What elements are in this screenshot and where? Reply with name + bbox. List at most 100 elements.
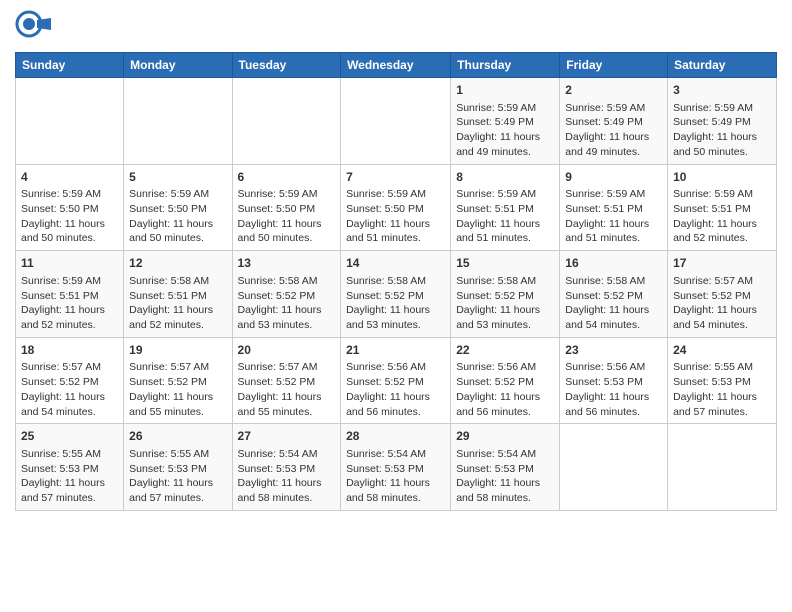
daylight-text: Daylight: 11 hours and 58 minutes.	[238, 476, 336, 505]
calendar-cell: 20Sunrise: 5:57 AMSunset: 5:52 PMDayligh…	[232, 337, 341, 424]
logo	[15, 10, 55, 46]
sunrise-text: Sunrise: 5:59 AM	[456, 101, 554, 116]
calendar-cell: 24Sunrise: 5:55 AMSunset: 5:53 PMDayligh…	[668, 337, 777, 424]
calendar-cell	[16, 78, 124, 165]
sunrise-text: Sunrise: 5:54 AM	[346, 447, 445, 462]
daylight-text: Daylight: 11 hours and 55 minutes.	[238, 390, 336, 419]
day-number: 19	[129, 342, 226, 359]
sunrise-text: Sunrise: 5:58 AM	[456, 274, 554, 289]
sunrise-text: Sunrise: 5:59 AM	[129, 187, 226, 202]
calendar-cell: 14Sunrise: 5:58 AMSunset: 5:52 PMDayligh…	[341, 251, 451, 338]
day-number: 2	[565, 82, 662, 99]
sunset-text: Sunset: 5:50 PM	[129, 202, 226, 217]
day-number: 11	[21, 255, 118, 272]
day-number: 12	[129, 255, 226, 272]
sunrise-text: Sunrise: 5:56 AM	[346, 360, 445, 375]
calendar-cell: 4Sunrise: 5:59 AMSunset: 5:50 PMDaylight…	[16, 164, 124, 251]
sunrise-text: Sunrise: 5:55 AM	[129, 447, 226, 462]
calendar-week-1: 1Sunrise: 5:59 AMSunset: 5:49 PMDaylight…	[16, 78, 777, 165]
daylight-text: Daylight: 11 hours and 57 minutes.	[129, 476, 226, 505]
daylight-text: Daylight: 11 hours and 55 minutes.	[129, 390, 226, 419]
calendar-cell: 6Sunrise: 5:59 AMSunset: 5:50 PMDaylight…	[232, 164, 341, 251]
calendar-cell	[124, 78, 232, 165]
daylight-text: Daylight: 11 hours and 50 minutes.	[238, 217, 336, 246]
daylight-text: Daylight: 11 hours and 51 minutes.	[456, 217, 554, 246]
daylight-text: Daylight: 11 hours and 57 minutes.	[673, 390, 771, 419]
sunrise-text: Sunrise: 5:57 AM	[21, 360, 118, 375]
sunset-text: Sunset: 5:51 PM	[565, 202, 662, 217]
calendar-cell: 11Sunrise: 5:59 AMSunset: 5:51 PMDayligh…	[16, 251, 124, 338]
calendar-cell: 28Sunrise: 5:54 AMSunset: 5:53 PMDayligh…	[341, 424, 451, 511]
sunrise-text: Sunrise: 5:58 AM	[238, 274, 336, 289]
calendar-cell: 9Sunrise: 5:59 AMSunset: 5:51 PMDaylight…	[560, 164, 668, 251]
calendar-week-3: 11Sunrise: 5:59 AMSunset: 5:51 PMDayligh…	[16, 251, 777, 338]
daylight-text: Daylight: 11 hours and 50 minutes.	[21, 217, 118, 246]
sunset-text: Sunset: 5:51 PM	[129, 289, 226, 304]
sunrise-text: Sunrise: 5:59 AM	[565, 101, 662, 116]
calendar-week-5: 25Sunrise: 5:55 AMSunset: 5:53 PMDayligh…	[16, 424, 777, 511]
calendar-cell: 22Sunrise: 5:56 AMSunset: 5:52 PMDayligh…	[451, 337, 560, 424]
calendar-cell: 23Sunrise: 5:56 AMSunset: 5:53 PMDayligh…	[560, 337, 668, 424]
day-header-wednesday: Wednesday	[341, 53, 451, 78]
day-number: 6	[238, 169, 336, 186]
daylight-text: Daylight: 11 hours and 52 minutes.	[673, 217, 771, 246]
calendar-cell: 19Sunrise: 5:57 AMSunset: 5:52 PMDayligh…	[124, 337, 232, 424]
day-header-monday: Monday	[124, 53, 232, 78]
calendar-cell: 13 Sunrise: 5:58 AMSunset: 5:52 PMDayligh…	[232, 251, 341, 338]
day-number: 4	[21, 169, 118, 186]
calendar-cell: 3Sunrise: 5:59 AMSunset: 5:49 PMDaylight…	[668, 78, 777, 165]
day-header-tuesday: Tuesday	[232, 53, 341, 78]
day-number: 28	[346, 428, 445, 445]
calendar-week-2: 4Sunrise: 5:59 AMSunset: 5:50 PMDaylight…	[16, 164, 777, 251]
sunset-text: Sunset: 5:52 PM	[238, 289, 336, 304]
sunrise-text: Sunrise: 5:59 AM	[21, 274, 118, 289]
daylight-text: Daylight: 11 hours and 50 minutes.	[129, 217, 226, 246]
calendar-cell: 2Sunrise: 5:59 AMSunset: 5:49 PMDaylight…	[560, 78, 668, 165]
sunset-text: Sunset: 5:52 PM	[21, 375, 118, 390]
daylight-text: Daylight: 11 hours and 53 minutes.	[238, 303, 336, 332]
daylight-text: Daylight: 11 hours and 50 minutes.	[673, 130, 771, 159]
sunset-text: Sunset: 5:49 PM	[456, 115, 554, 130]
sunset-text: Sunset: 5:51 PM	[21, 289, 118, 304]
sunset-text: Sunset: 5:49 PM	[673, 115, 771, 130]
day-number: 17	[673, 255, 771, 272]
day-number: 22	[456, 342, 554, 359]
calendar-cell: 21Sunrise: 5:56 AMSunset: 5:52 PMDayligh…	[341, 337, 451, 424]
page-header	[15, 10, 777, 46]
sunset-text: Sunset: 5:49 PM	[565, 115, 662, 130]
calendar-table: SundayMondayTuesdayWednesdayThursdayFrid…	[15, 52, 777, 511]
calendar-cell	[341, 78, 451, 165]
daylight-text: Daylight: 11 hours and 56 minutes.	[346, 390, 445, 419]
sunset-text: Sunset: 5:50 PM	[21, 202, 118, 217]
day-number: 13	[238, 255, 336, 272]
daylight-text: Daylight: 11 hours and 51 minutes.	[346, 217, 445, 246]
day-number: 10	[673, 169, 771, 186]
day-number: 16	[565, 255, 662, 272]
day-number: 29	[456, 428, 554, 445]
calendar-header: SundayMondayTuesdayWednesdayThursdayFrid…	[16, 53, 777, 78]
sunrise-text: Sunrise: 5:54 AM	[456, 447, 554, 462]
sunrise-text: Sunrise: 5:59 AM	[565, 187, 662, 202]
sunset-text: Sunset: 5:50 PM	[346, 202, 445, 217]
sunrise-text: Sunrise: 5:59 AM	[456, 187, 554, 202]
sunset-text: Sunset: 5:52 PM	[456, 375, 554, 390]
sunset-text: Sunset: 5:53 PM	[673, 375, 771, 390]
day-number: 27	[238, 428, 336, 445]
sunset-text: Sunset: 5:53 PM	[346, 462, 445, 477]
day-number: 24	[673, 342, 771, 359]
calendar-cell	[560, 424, 668, 511]
calendar-cell: 17Sunrise: 5:57 AMSunset: 5:52 PMDayligh…	[668, 251, 777, 338]
sunrise-text: Sunrise: 5:54 AM	[238, 447, 336, 462]
daylight-text: Daylight: 11 hours and 56 minutes.	[456, 390, 554, 419]
days-row: SundayMondayTuesdayWednesdayThursdayFrid…	[16, 53, 777, 78]
daylight-text: Daylight: 11 hours and 51 minutes.	[565, 217, 662, 246]
day-number: 23	[565, 342, 662, 359]
daylight-text: Daylight: 11 hours and 53 minutes.	[456, 303, 554, 332]
calendar-cell: 16Sunrise: 5:58 AMSunset: 5:52 PMDayligh…	[560, 251, 668, 338]
sunset-text: Sunset: 5:52 PM	[346, 289, 445, 304]
day-number: 3	[673, 82, 771, 99]
sunrise-text: Sunrise: 5:59 AM	[21, 187, 118, 202]
day-number: 26	[129, 428, 226, 445]
day-number: 14	[346, 255, 445, 272]
daylight-text: Daylight: 11 hours and 54 minutes.	[673, 303, 771, 332]
